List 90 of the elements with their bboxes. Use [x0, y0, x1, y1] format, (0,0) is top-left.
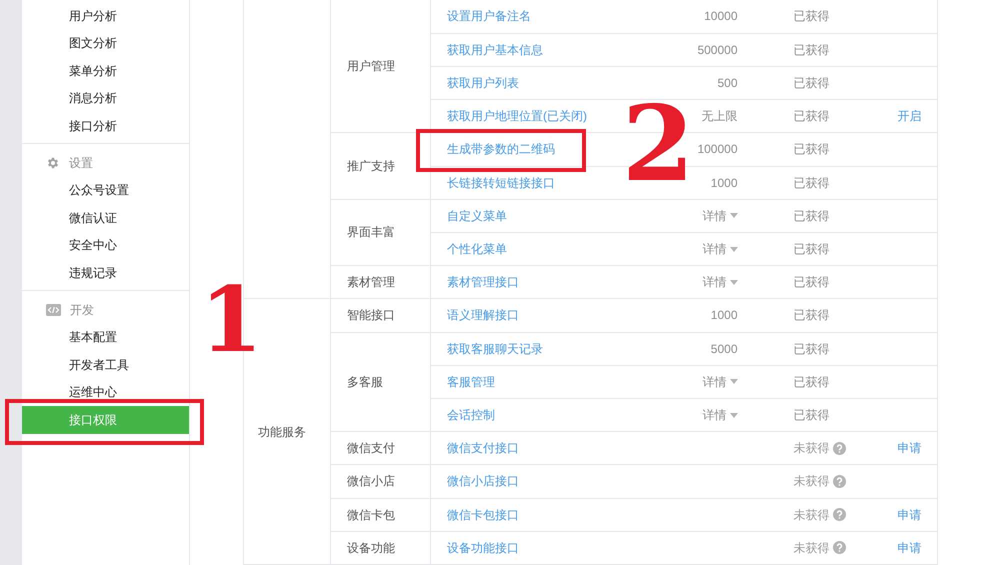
- details-dropdown[interactable]: 详情: [702, 372, 738, 391]
- sidebar-item[interactable]: 违规记录: [22, 259, 189, 286]
- annotation-number: 2: [622, 92, 694, 196]
- sidebar-item[interactable]: 图文分析: [22, 30, 189, 57]
- permission-status: 未获得: [794, 506, 830, 524]
- caret-icon: [730, 213, 738, 218]
- permission-status: 已获得: [794, 241, 830, 258]
- call-limit: 500000: [697, 42, 738, 57]
- help-icon[interactable]: [832, 442, 846, 455]
- call-limit: 1000: [710, 176, 738, 190]
- code-icon: [46, 304, 61, 316]
- permission-status: 已获得: [794, 374, 830, 391]
- api-name[interactable]: 自定义菜单: [447, 208, 507, 223]
- permission-status: 已获得: [794, 8, 830, 26]
- action-link[interactable]: 申请: [898, 540, 922, 555]
- category-label: 多客服: [347, 374, 383, 389]
- sidebar-item[interactable]: 菜单分析: [22, 57, 189, 84]
- call-limit: 10000: [704, 9, 738, 24]
- category-label: 设备功能: [347, 540, 395, 555]
- sidebar-item[interactable]: 用户分析: [22, 2, 189, 30]
- api-name[interactable]: 生成带参数的二维码: [447, 142, 555, 156]
- category-label: 智能接口: [347, 308, 395, 322]
- permission-status: 已获得: [794, 108, 830, 126]
- api-name[interactable]: 素材管理接口: [447, 275, 519, 290]
- annotation-number: 1: [200, 275, 263, 365]
- help-icon[interactable]: [832, 474, 846, 488]
- call-limit: 500: [717, 76, 738, 90]
- caret-icon: [730, 280, 738, 285]
- sidebar-item[interactable]: 消息分析: [22, 84, 189, 112]
- permission-status: 未获得: [794, 540, 830, 557]
- details-dropdown[interactable]: 详情: [702, 273, 738, 292]
- action-link[interactable]: 申请: [898, 441, 922, 456]
- call-limit: 无上限: [702, 109, 738, 124]
- api-name[interactable]: 个性化菜单: [447, 242, 507, 256]
- api-name[interactable]: 设备功能接口: [447, 540, 519, 555]
- category-label: 界面丰富: [347, 225, 395, 240]
- call-limit: 100000: [697, 142, 738, 156]
- caret-icon: [730, 379, 738, 384]
- permission-status: 已获得: [794, 307, 830, 324]
- sidebar-item[interactable]: 接口权限: [22, 406, 189, 434]
- api-name[interactable]: 长链接转短链接接口: [447, 176, 555, 190]
- category-label: 用户管理: [347, 59, 395, 74]
- call-limit: 1000: [710, 308, 738, 322]
- api-name[interactable]: 会话控制: [447, 408, 495, 422]
- sidebar-item[interactable]: 运维中心: [22, 378, 189, 406]
- permission-status: 已获得: [794, 274, 830, 292]
- permission-status: 已获得: [794, 208, 830, 225]
- permission-status: 已获得: [794, 42, 830, 59]
- category-label: 推广支持: [347, 159, 395, 174]
- permission-status: 已获得: [794, 174, 830, 192]
- sidebar-item[interactable]: 开发者工具: [22, 351, 189, 378]
- sidebar-item[interactable]: 公众号设置: [22, 176, 189, 204]
- permission-status: 未获得: [794, 440, 830, 458]
- sidebar-item[interactable]: 基本配置: [22, 324, 189, 351]
- api-name[interactable]: 获取用户列表: [447, 76, 519, 90]
- category-label: 素材管理: [347, 275, 395, 290]
- help-icon[interactable]: [832, 508, 846, 522]
- category-label: 微信小店: [347, 474, 395, 488]
- api-name[interactable]: 设置用户备注名: [447, 9, 531, 24]
- api-name[interactable]: 微信小店接口: [447, 474, 519, 488]
- api-name[interactable]: 语义理解接口: [447, 308, 519, 322]
- caret-icon: [730, 412, 738, 418]
- action-link[interactable]: 申请: [898, 508, 922, 522]
- caret-icon: [730, 246, 738, 252]
- details-dropdown[interactable]: 详情: [702, 406, 738, 424]
- section-title: 设置: [69, 154, 93, 172]
- sidebar-item[interactable]: 接口分析: [22, 112, 189, 140]
- permission-status: 已获得: [794, 141, 830, 158]
- api-name[interactable]: 获取用户基本信息: [447, 42, 543, 57]
- details-dropdown[interactable]: 详情: [702, 240, 738, 258]
- category-label: 微信卡包: [347, 508, 395, 522]
- permission-status: 已获得: [794, 75, 830, 92]
- api-name[interactable]: 微信卡包接口: [447, 508, 519, 522]
- call-limit: 5000: [710, 342, 738, 356]
- group-label: 功能服务: [258, 424, 306, 439]
- help-icon[interactable]: [832, 541, 846, 554]
- settings-icon: [46, 156, 60, 170]
- permission-status: 已获得: [794, 340, 830, 358]
- details-dropdown[interactable]: 详情: [702, 206, 738, 225]
- action-link[interactable]: 开启: [898, 109, 922, 124]
- permission-status: 已获得: [794, 407, 830, 424]
- api-name[interactable]: 微信支付接口: [447, 441, 519, 456]
- sidebar-item[interactable]: 微信认证: [22, 204, 189, 232]
- api-name[interactable]: 获取用户地理位置(已关闭): [447, 109, 587, 124]
- category-label: 微信支付: [347, 441, 395, 456]
- permission-status: 未获得: [794, 473, 830, 490]
- api-name[interactable]: 获取客服聊天记录: [447, 342, 543, 356]
- api-name[interactable]: 客服管理: [447, 374, 495, 389]
- sidebar-item[interactable]: 安全中心: [22, 232, 189, 259]
- section-title: 开发: [70, 302, 94, 318]
